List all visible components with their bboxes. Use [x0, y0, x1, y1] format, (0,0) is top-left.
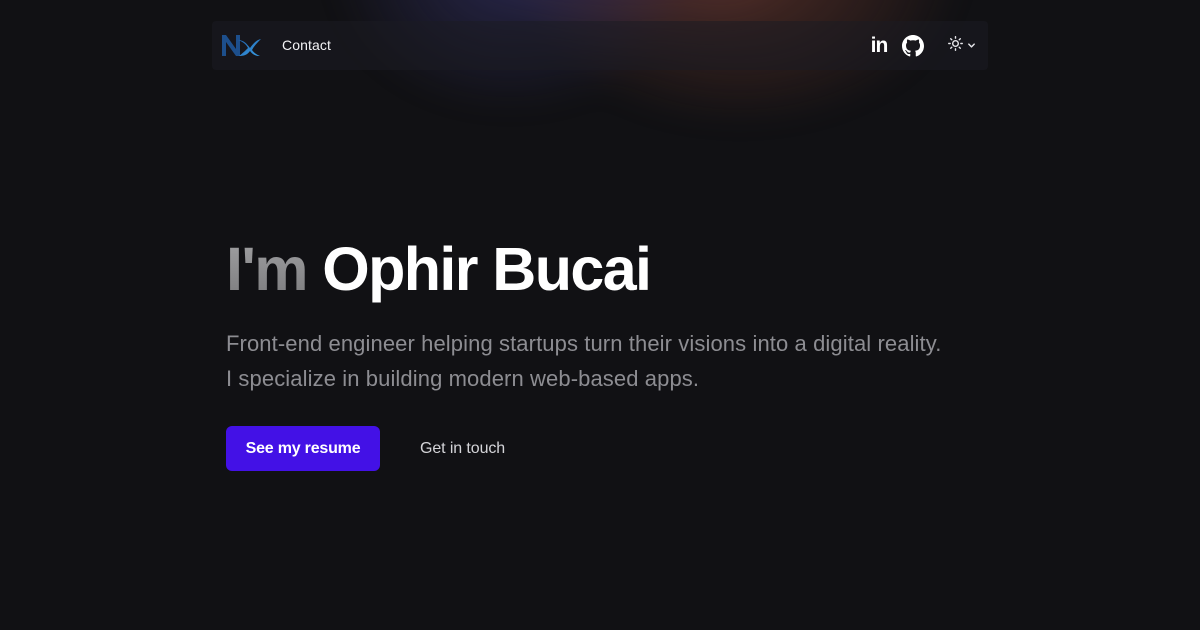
hero-title: I'm Ophir Bucai	[226, 232, 986, 306]
chevron-down-icon	[967, 37, 976, 55]
hero-title-name: Ophir Bucai	[322, 235, 652, 303]
hero: I'm Ophir Bucai Front-end engineer helpi…	[226, 232, 986, 471]
hero-actions: See my resume Get in touch	[226, 426, 986, 471]
page: Contact in I'm Ophir Bucai Front-end eng…	[0, 0, 1200, 630]
theme-toggle[interactable]	[948, 36, 976, 56]
navbar: Contact in	[212, 21, 988, 70]
nx-logo-icon[interactable]	[220, 30, 262, 60]
see-resume-button[interactable]: See my resume	[226, 426, 380, 471]
sun-icon	[948, 36, 963, 56]
hero-title-prefix: I'm	[226, 235, 309, 303]
nav-link-contact[interactable]: Contact	[282, 37, 331, 53]
nav-actions: in	[866, 34, 976, 58]
linkedin-icon[interactable]: in	[866, 34, 892, 58]
github-icon[interactable]	[900, 34, 926, 58]
hero-description: Front-end engineer helping startups turn…	[226, 331, 942, 391]
get-in-touch-link[interactable]: Get in touch	[420, 440, 505, 458]
